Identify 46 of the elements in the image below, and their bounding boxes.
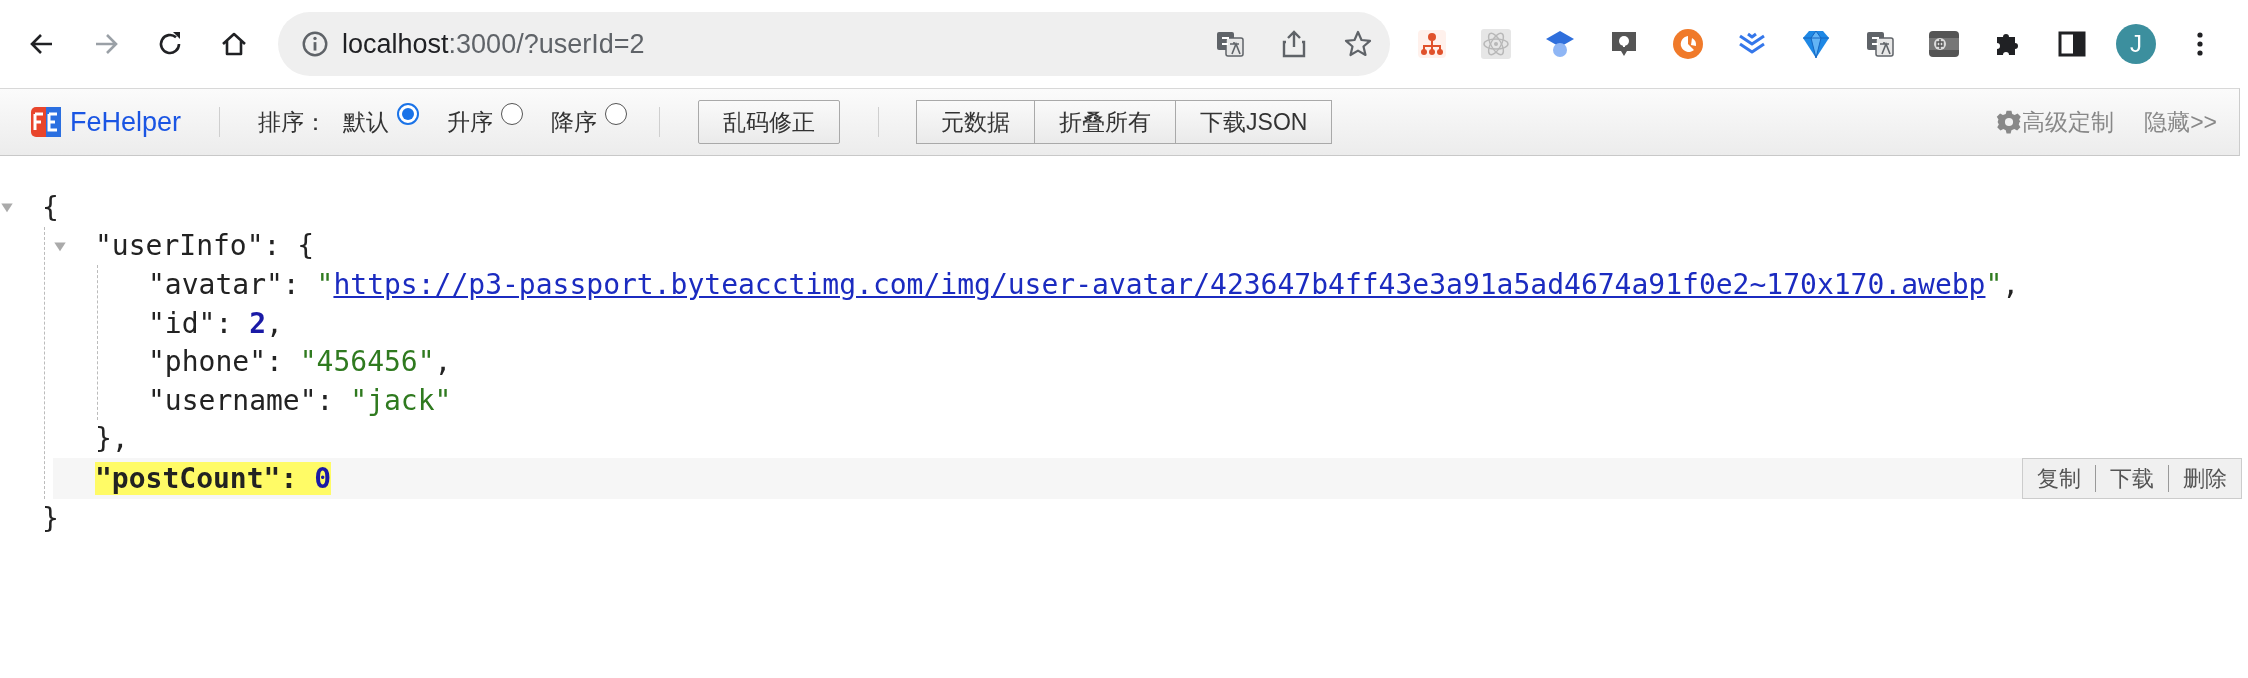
sort-label: 排序： <box>258 107 328 137</box>
sort-option-label: 降序 <box>551 107 598 137</box>
row-action-button[interactable]: 删除 <box>2168 465 2241 493</box>
graduation-cap-icon[interactable] <box>1544 28 1576 60</box>
sort-option-label: 默认 <box>343 107 390 137</box>
row-action-button[interactable]: 复制 <box>2023 465 2095 493</box>
keyboard-icon[interactable] <box>1928 28 1960 60</box>
sort-option-label: 升序 <box>447 107 494 137</box>
json-brace: { <box>297 229 315 263</box>
comma: , <box>2002 268 2020 301</box>
json-brace: }, <box>95 422 129 456</box>
row-action-button[interactable]: 下载 <box>2095 465 2168 493</box>
info-icon <box>300 29 330 59</box>
gem-icon[interactable] <box>1800 28 1832 60</box>
json-key: "username": <box>148 383 351 417</box>
comma: , <box>434 345 452 379</box>
json-value: 0 <box>314 462 331 496</box>
address-bar[interactable]: localhost:3000/?userId=2 <box>278 12 1390 76</box>
pie-icon[interactable] <box>1672 28 1704 60</box>
json-url-value: "https://p3-passport.byteacctimg.com/img/user-avatar/423647b4ff43e3a91a5ad4674a91f0e2~170x170.awebp" <box>316 268 2003 301</box>
logo-icon <box>30 106 62 138</box>
radio-button[interactable] <box>605 103 628 125</box>
sitemap-icon[interactable] <box>1416 28 1448 60</box>
selected-row[interactable]: "postCount": 0 复制 下载 删除 <box>53 458 2242 500</box>
json-key: "id": <box>148 306 250 340</box>
toolbar-button[interactable]: 元数据 <box>916 100 1036 144</box>
fix-encoding-button[interactable]: 乱码修正 <box>698 100 841 144</box>
radio-button[interactable] <box>397 103 420 125</box>
json-key: "userInfo": <box>95 229 298 263</box>
brand-name: FeHelper <box>70 106 182 138</box>
json-value: "456456" <box>299 345 435 379</box>
json-value: "jack" <box>350 383 452 417</box>
radio-button[interactable] <box>501 103 524 125</box>
json-brace: { <box>42 190 59 224</box>
json-value: 2 <box>249 306 266 340</box>
toolbar-button[interactable]: 下载JSON <box>1175 100 1333 144</box>
url-text: localhost:3000/?userId=2 <box>342 28 646 60</box>
json-key: "avatar": <box>148 268 317 301</box>
json-key: "postCount": <box>95 462 315 496</box>
json-key: "phone": <box>148 345 300 379</box>
toolbar-button[interactable]: 折叠所有 <box>1034 100 1177 144</box>
gear-icon <box>1996 109 2023 135</box>
profile-avatar[interactable]: J <box>2116 24 2156 64</box>
json-brace: } <box>42 501 59 535</box>
comma: , <box>266 306 283 340</box>
url-link[interactable]: https://p3-passport.byteacctimg.com/img/user-avatar/423647b4ff43e3a91a5ad4674a91f0e2~170x170.awebp <box>333 268 1986 301</box>
